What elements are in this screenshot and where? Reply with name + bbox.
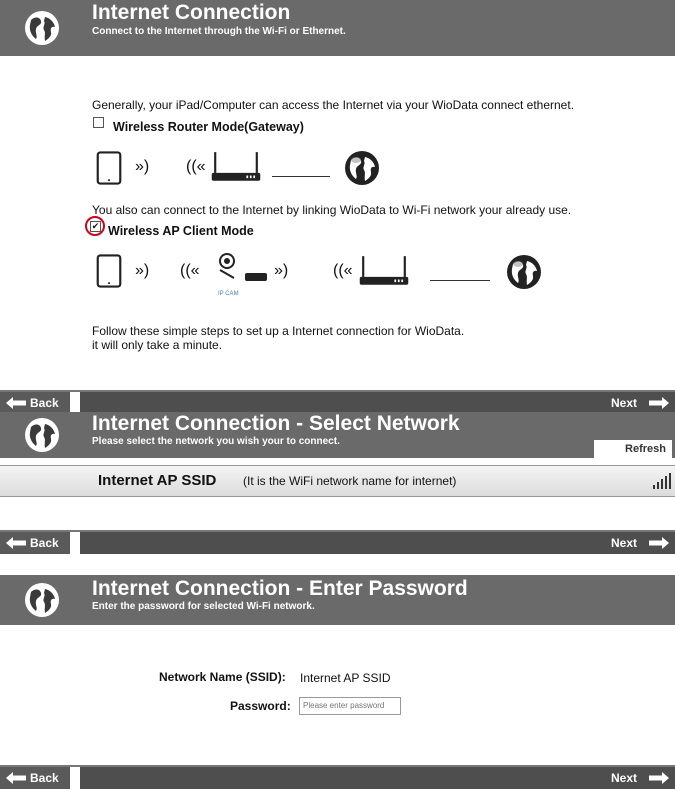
ap-client-mode-label: Wireless AP Client Mode (108, 224, 254, 238)
connection-line (272, 176, 330, 177)
panel2-title: Internet Connection - Select Network (92, 412, 460, 435)
connection-line (430, 280, 490, 281)
panel3-subtitle: Enter the password for selected Wi-Fi ne… (92, 601, 315, 612)
network-ssid: Internet AP SSID (98, 472, 217, 489)
router-mode-checkbox[interactable] (93, 117, 104, 128)
wifi-signal-icon: ((« (186, 158, 206, 175)
wifi-signal-icon: ») (135, 262, 150, 279)
wifi-signal-icon: ((« (333, 262, 353, 279)
panel2-subtitle: Please select the network you wish your … (92, 436, 340, 447)
back-button[interactable]: Back (0, 767, 80, 789)
ip-cam-label: IP CAM (218, 291, 239, 297)
wifi-signal-icon: ((« (180, 262, 200, 279)
panel1-header: Internet Connection Connect to the Inter… (0, 0, 675, 56)
next-button[interactable]: Next (605, 392, 675, 414)
back-label: Back (30, 771, 59, 785)
earth-icon (342, 148, 382, 188)
router-mode-label: Wireless Router Mode(Gateway) (113, 120, 304, 134)
panel3-title: Internet Connection - Enter Password (92, 577, 468, 600)
panel2-nav-bar: Back Next (0, 530, 675, 554)
back-arrow-icon (6, 397, 26, 409)
wifi-signal-icon: ») (135, 158, 150, 175)
next-arrow-icon (649, 772, 669, 784)
next-label: Next (611, 771, 638, 785)
next-label: Next (611, 536, 638, 550)
back-arrow-icon (6, 772, 26, 784)
footer-line-2: it will only take a minute. (92, 338, 223, 352)
panel3-nav-bar: Back Next (0, 765, 675, 789)
panel3-header: Internet Connection - Enter Password Ent… (0, 575, 675, 625)
network-list-item[interactable]: Internet AP SSID (It is the WiFi network… (0, 465, 675, 497)
ip-camera-icon (214, 252, 240, 280)
ssid-label: Network Name (SSID): (159, 670, 286, 684)
router-icon (210, 148, 262, 184)
globe-icon (22, 415, 62, 455)
signal-strength-icon (653, 473, 671, 489)
next-label: Next (611, 396, 638, 410)
password-input[interactable] (299, 697, 401, 715)
middle-text: You also can connect to the Internet by … (92, 203, 572, 217)
globe-icon (22, 580, 62, 620)
tablet-icon (96, 253, 122, 289)
panel1-nav-bar: Back Next (0, 390, 675, 414)
panel1-title: Internet Connection (92, 1, 291, 24)
ap-client-mode-checkbox[interactable]: ✔ (90, 221, 101, 232)
intro-text: Generally, your iPad/Computer can access… (92, 98, 575, 112)
ssid-value: Internet AP SSID (300, 671, 391, 685)
tablet-icon (96, 150, 122, 186)
back-button[interactable]: Back (0, 392, 80, 414)
back-label: Back (30, 396, 59, 410)
panel2-header: Internet Connection - Select Network Ple… (0, 412, 675, 458)
wioData-device-icon (245, 273, 267, 281)
next-button[interactable]: Next (605, 532, 675, 554)
router-icon (358, 252, 410, 288)
back-arrow-icon (6, 537, 26, 549)
footer-line-1: Follow these simple steps to set up a In… (92, 324, 465, 338)
next-button[interactable]: Next (605, 767, 675, 789)
globe-icon (22, 8, 62, 48)
refresh-button[interactable]: Refresh (594, 440, 672, 458)
next-arrow-icon (649, 537, 669, 549)
back-button[interactable]: Back (0, 532, 80, 554)
next-arrow-icon (649, 397, 669, 409)
earth-icon (504, 252, 544, 292)
wifi-signal-icon: ») (274, 262, 289, 279)
panel1-subtitle: Connect to the Internet through the Wi-F… (92, 26, 346, 37)
back-label: Back (30, 536, 59, 550)
password-label: Password: (230, 699, 291, 713)
network-ssid-note: (It is the WiFi network name for interne… (243, 474, 457, 488)
